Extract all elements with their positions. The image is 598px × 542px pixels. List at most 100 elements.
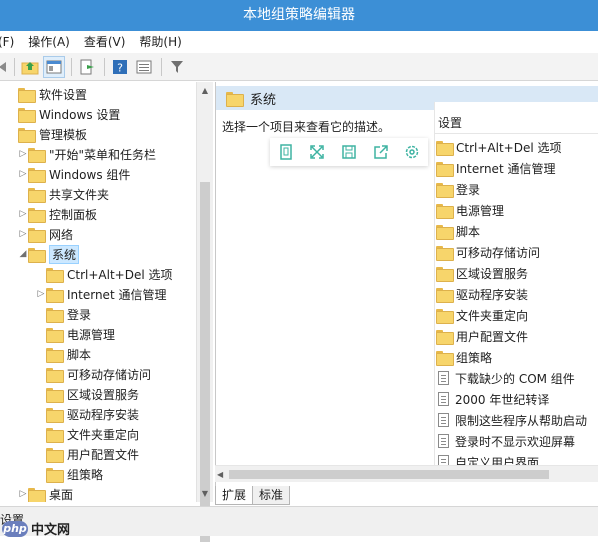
- tree-item[interactable]: 区域设置服务: [36, 384, 139, 404]
- folder-list-item[interactable]: 电源管理: [436, 200, 504, 220]
- tree-item[interactable]: 软件设置: [8, 84, 87, 104]
- help-icon[interactable]: ?: [109, 56, 131, 78]
- folder-list-item[interactable]: 驱动程序安装: [436, 284, 528, 304]
- tree-item[interactable]: Ctrl+Alt+Del 选项: [36, 264, 172, 284]
- folder-icon: [46, 427, 64, 443]
- setting-list-item[interactable]: 登录时不显示欢迎屏幕: [436, 431, 575, 451]
- setting-list-item[interactable]: 限制这些程序从帮助启动: [436, 410, 587, 430]
- expand-arrow-icon[interactable]: ▷: [18, 229, 28, 239]
- copy-icon[interactable]: [278, 144, 294, 160]
- menu-file[interactable]: (F): [0, 31, 22, 53]
- scroll-up-icon[interactable]: ▲: [197, 82, 213, 99]
- tree-item[interactable]: 管理模板: [8, 124, 87, 144]
- folder-list-item[interactable]: Ctrl+Alt+Del 选项: [436, 137, 561, 157]
- list-item-label: 组策略: [456, 350, 493, 365]
- folder-list-item[interactable]: 脚本: [436, 221, 480, 241]
- tree-item[interactable]: ◢ 系统: [18, 244, 80, 264]
- list-item-label: 文件夹重定向: [456, 308, 529, 323]
- tree-item[interactable]: ▷ 桌面: [18, 484, 73, 502]
- expand-arrow-icon[interactable]: ▷: [18, 489, 28, 499]
- watermark-text: 中文网: [31, 523, 71, 538]
- show-hide-tree-icon[interactable]: [43, 55, 65, 78]
- folder-icon: [436, 224, 454, 240]
- list-item-label: Internet 通信管理: [456, 161, 556, 176]
- tab-extended[interactable]: 扩展: [215, 486, 254, 505]
- folder-list-item[interactable]: 登录: [436, 179, 480, 199]
- menu-action[interactable]: 操作(A): [22, 31, 78, 53]
- properties-icon[interactable]: [133, 56, 155, 78]
- filter-icon[interactable]: [166, 56, 188, 78]
- tree-item[interactable]: 组策略: [36, 464, 103, 484]
- tree-item[interactable]: 可移动存储访问: [36, 364, 151, 384]
- php-logo-badge: php: [2, 520, 28, 537]
- folder-icon: [18, 87, 36, 103]
- column-header-setting[interactable]: 设置: [435, 112, 598, 134]
- folder-icon: [436, 329, 454, 345]
- tree-vertical-scrollbar[interactable]: ▲ ▼: [196, 82, 213, 542]
- menu-view[interactable]: 查看(V): [78, 31, 134, 53]
- tree-item[interactable]: ▷ Windows 组件: [18, 164, 130, 184]
- scroll-left-icon[interactable]: ◀: [217, 466, 223, 483]
- policy-setting-icon: [438, 434, 449, 448]
- tree-item[interactable]: ▷ Internet 通信管理: [36, 284, 166, 304]
- folder-icon: [46, 387, 64, 403]
- expand-arrow-icon[interactable]: ▷: [36, 289, 46, 299]
- tree-item[interactable]: Windows 设置: [8, 104, 120, 124]
- export-list-icon[interactable]: [76, 56, 98, 78]
- list-item-label: 登录时不显示欢迎屏幕: [455, 434, 576, 449]
- setting-list-item[interactable]: 2000 年世纪转译: [436, 389, 549, 409]
- menu-help[interactable]: 帮助(H): [133, 31, 189, 53]
- tree-item[interactable]: ▷ "开始"菜单和任务栏: [18, 144, 156, 164]
- folder-icon: [436, 245, 454, 261]
- folder-icon: [28, 167, 46, 183]
- policy-setting-icon: [438, 371, 449, 385]
- folder-list-item[interactable]: 用户配置文件: [436, 326, 528, 346]
- tree-item[interactable]: 用户配置文件: [36, 444, 139, 464]
- folder-icon: [46, 407, 64, 423]
- scrollbar-thumb[interactable]: [229, 470, 549, 479]
- list-item-label: 用户配置文件: [456, 329, 529, 344]
- expand-arrow-icon[interactable]: ◢: [18, 249, 28, 259]
- setting-list-item[interactable]: 下载缺少的 COM 组件: [436, 368, 575, 388]
- list-item-label: 驱动程序安装: [456, 287, 529, 302]
- tree-item[interactable]: 脚本: [36, 344, 91, 364]
- expand-arrow-icon[interactable]: ▷: [18, 209, 28, 219]
- tree-item[interactable]: 登录: [36, 304, 91, 324]
- tree-item-label: 驱动程序安装: [67, 407, 140, 422]
- share-icon[interactable]: [373, 144, 389, 160]
- tab-standard[interactable]: 标准: [252, 486, 291, 505]
- tree-item-label: 文件夹重定向: [67, 427, 140, 442]
- save-icon[interactable]: [341, 144, 357, 160]
- folder-icon: [226, 91, 244, 107]
- scroll-down-icon[interactable]: ▼: [197, 485, 213, 502]
- folder-list-item[interactable]: 区域设置服务: [436, 263, 528, 283]
- expand-arrow-icon[interactable]: ▷: [18, 149, 28, 159]
- tree-item[interactable]: 共享文件夹: [18, 184, 109, 204]
- toolbar: ?: [0, 53, 598, 81]
- tree-item[interactable]: ▷ 控制面板: [18, 204, 97, 224]
- policy-setting-icon: [438, 413, 449, 427]
- details-horizontal-scrollbar[interactable]: ◀: [215, 465, 598, 482]
- tree-item-label: 共享文件夹: [49, 187, 110, 202]
- settings-list: 设置 Ctrl+Alt+Del 选项 Internet 通信管理登录电源管理脚本可…: [434, 102, 598, 482]
- tree-item-label: 软件设置: [39, 87, 88, 102]
- folder-list-item[interactable]: 可移动存储访问: [436, 242, 540, 262]
- tree-item[interactable]: ▷ 网络: [18, 224, 73, 244]
- back-icon[interactable]: [0, 56, 8, 78]
- folder-list-item[interactable]: Internet 通信管理: [436, 158, 555, 178]
- folder-list-item[interactable]: 组策略: [436, 347, 492, 367]
- list-item-label: 电源管理: [456, 203, 505, 218]
- folder-up-icon[interactable]: [19, 56, 41, 78]
- expand-arrow-icon[interactable]: ▷: [18, 169, 28, 179]
- tree-item[interactable]: 文件夹重定向: [36, 424, 139, 444]
- tree-item[interactable]: 驱动程序安装: [36, 404, 139, 424]
- tree-item-label: 用户配置文件: [67, 447, 140, 462]
- tree-item[interactable]: 电源管理: [36, 324, 115, 344]
- folder-icon: [436, 287, 454, 303]
- folder-list-item[interactable]: 文件夹重定向: [436, 305, 528, 325]
- settings-icon[interactable]: [404, 144, 420, 160]
- folder-icon: [28, 247, 46, 263]
- svg-text:?: ?: [117, 61, 123, 74]
- folder-icon: [436, 350, 454, 366]
- fullscreen-icon[interactable]: [309, 144, 325, 160]
